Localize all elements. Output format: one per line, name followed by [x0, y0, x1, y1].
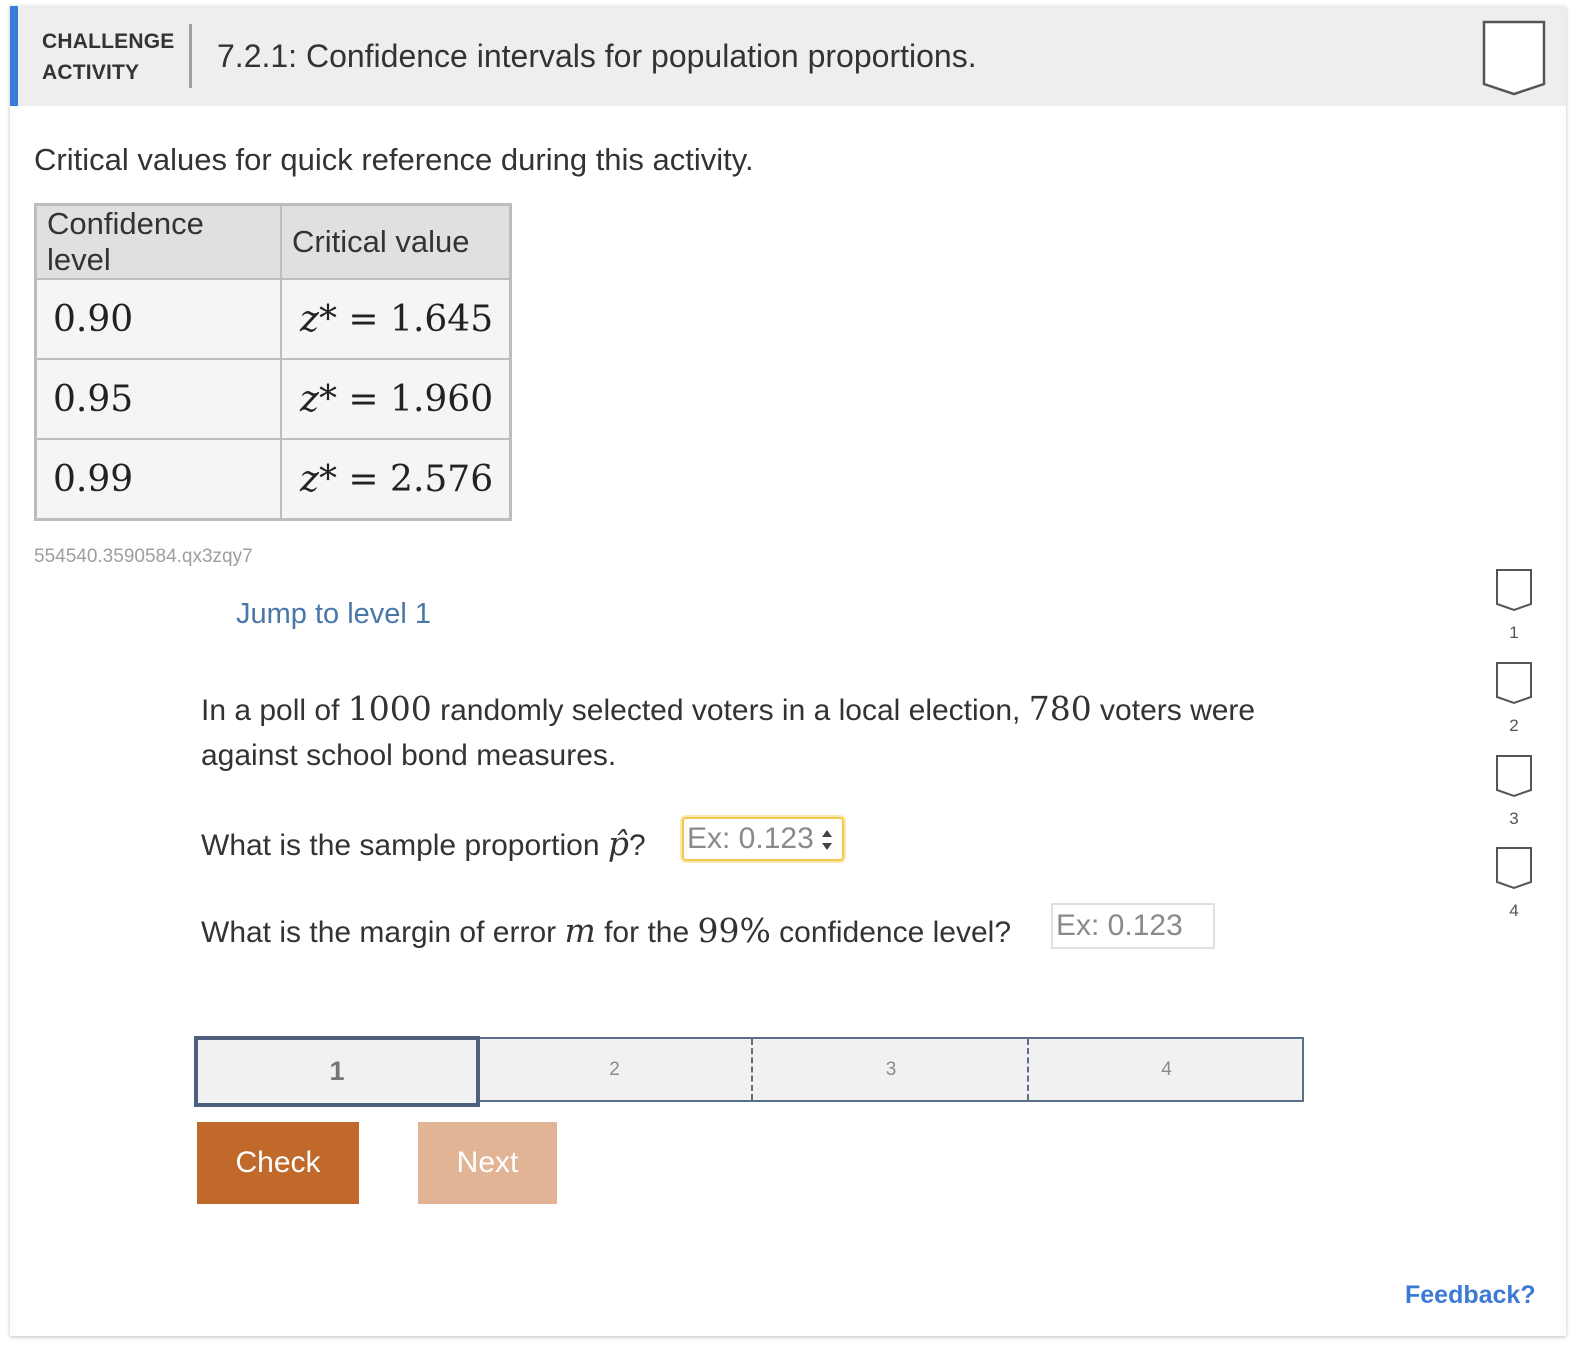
- problem-statement: In a poll of 1000 randomly selected vote…: [201, 686, 1311, 778]
- equals-sign: =: [348, 458, 379, 500]
- activity-title: 7.2.1: Confidence intervals for populati…: [217, 38, 977, 74]
- challenge-activity-card: CHALLENGE ACTIVITY 7.2.1: Confidence int…: [10, 6, 1566, 1336]
- side-level-2[interactable]: 2: [1494, 661, 1534, 736]
- header-divider: [189, 24, 192, 88]
- header-critical-value: Critical value: [280, 203, 512, 280]
- activity-type-label: CHALLENGE ACTIVITY: [42, 26, 174, 88]
- question-text: confidence level?: [770, 916, 1012, 949]
- confidence-percent: 99%: [697, 911, 771, 950]
- z-star-symbol: z*: [300, 378, 337, 420]
- problem-text: In a poll of: [201, 694, 348, 727]
- level-2-tab[interactable]: 2: [478, 1039, 751, 1100]
- side-level-number: 1: [1509, 623, 1519, 642]
- level-4-tab[interactable]: 4: [1027, 1039, 1304, 1100]
- equals-sign: =: [348, 378, 379, 420]
- side-level-1[interactable]: 1: [1494, 568, 1534, 643]
- table-header-row: Confidence level Critical value: [34, 203, 512, 280]
- problem-text: randomly selected voters in a local elec…: [431, 694, 1029, 727]
- side-level-4[interactable]: 4: [1494, 846, 1534, 921]
- question-margin-of-error: What is the margin of error m for the 99…: [201, 911, 1011, 950]
- critical-value-cell: z* = 2.576: [280, 438, 512, 521]
- feedback-link[interactable]: Feedback?: [1405, 1281, 1536, 1310]
- confidence-level-cell: 0.99: [34, 438, 282, 521]
- sample-proportion-input[interactable]: [684, 819, 842, 859]
- margin-of-error-input-wrapper: [1051, 903, 1215, 949]
- level-badge-icon: [1496, 569, 1532, 612]
- activity-id: 554540.3590584.qx3zqy7: [34, 546, 253, 567]
- level-badge-icon: [1496, 847, 1532, 890]
- level-3-tab[interactable]: 3: [751, 1039, 1029, 1100]
- confidence-level-cell: 0.95: [34, 358, 282, 440]
- question-text: What is the margin of error: [201, 916, 565, 949]
- activity-type-line2: ACTIVITY: [42, 61, 140, 84]
- activity-header: CHALLENGE ACTIVITY 7.2.1: Confidence int…: [10, 6, 1566, 106]
- equals-sign: =: [348, 298, 379, 340]
- header-accent-bar: [10, 6, 18, 106]
- level-1-tab[interactable]: 1: [194, 1036, 480, 1107]
- critical-value: 1.645: [390, 298, 494, 340]
- question-text: for the: [595, 916, 698, 949]
- side-level-number: 2: [1509, 716, 1519, 735]
- side-level-number: 3: [1509, 809, 1519, 828]
- question-text: What is the sample proportion: [201, 829, 608, 862]
- critical-value-cell: z* = 1.645: [280, 278, 512, 360]
- z-star-symbol: z*: [300, 458, 337, 500]
- confidence-level-cell: 0.90: [34, 278, 282, 360]
- question-sample-proportion: What is the sample proportion p̂?: [201, 824, 646, 863]
- p-hat-symbol: p̂: [607, 824, 629, 863]
- sample-size: 1000: [347, 689, 432, 728]
- level-badge-icon: [1496, 755, 1532, 798]
- next-button[interactable]: Next: [418, 1122, 557, 1204]
- check-button[interactable]: Check: [197, 1122, 359, 1204]
- level-progress-bar: 1 2 3 4: [194, 1036, 1304, 1107]
- table-row: 0.99 z* = 2.576: [34, 438, 512, 521]
- critical-value-cell: z* = 1.960: [280, 358, 512, 440]
- critical-value: 2.576: [390, 458, 494, 500]
- reference-intro: Critical values for quick reference duri…: [34, 142, 754, 177]
- voter-count: 780: [1028, 689, 1092, 728]
- z-star-symbol: z*: [300, 298, 337, 340]
- side-level-3[interactable]: 3: [1494, 754, 1534, 829]
- activity-type-line1: CHALLENGE: [42, 30, 175, 53]
- side-level-number: 4: [1509, 901, 1519, 920]
- margin-of-error-input[interactable]: [1053, 905, 1213, 947]
- spinner-arrows-icon[interactable]: [820, 826, 834, 854]
- jump-to-level-link[interactable]: Jump to level 1: [236, 598, 431, 631]
- critical-values-table: Confidence level Critical value 0.90 z* …: [34, 203, 513, 521]
- table-row: 0.95 z* = 1.960: [34, 358, 512, 440]
- sample-proportion-input-wrapper: [682, 817, 844, 861]
- table-row: 0.90 z* = 1.645: [34, 278, 512, 360]
- level-badge-icon: [1496, 662, 1532, 705]
- question-mark: ?: [629, 829, 646, 862]
- header-confidence-level: Confidence level: [34, 203, 282, 280]
- completion-badge-icon: [1482, 20, 1546, 101]
- critical-value: 1.960: [390, 378, 494, 420]
- m-symbol: m: [564, 911, 596, 950]
